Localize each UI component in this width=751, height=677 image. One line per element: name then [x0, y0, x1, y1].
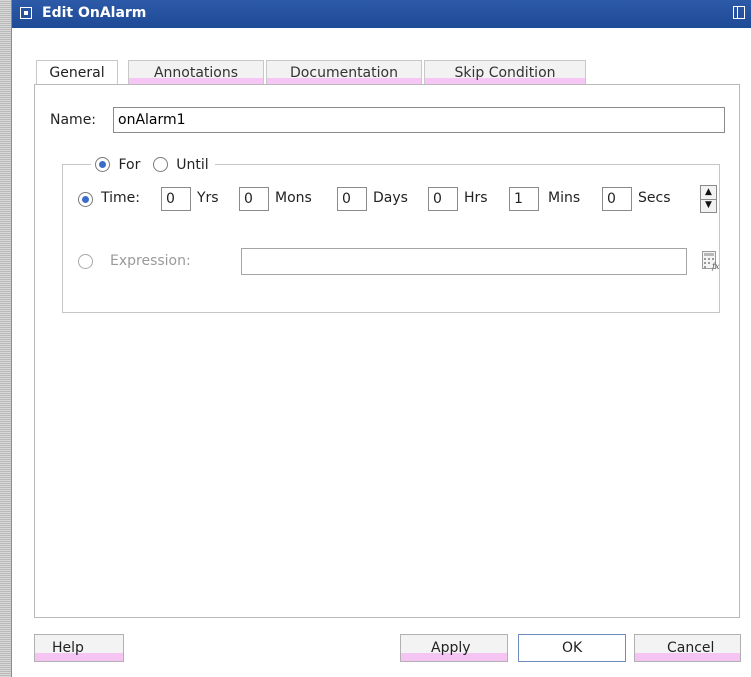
tab-documentation-label: Documentation — [290, 65, 398, 81]
svg-text:fx: fx — [711, 262, 720, 271]
months-field[interactable]: 0 — [239, 187, 269, 211]
time-spinner: ▲ ▼ — [700, 185, 717, 213]
general-panel: Name: For Until Time: 0 Yrs 0 Mons 0 Day… — [34, 84, 740, 618]
apply-button-label: Apply — [431, 640, 471, 656]
days-unit: Days — [373, 190, 408, 206]
expression-builder-icon[interactable]: fx — [702, 251, 720, 271]
expression-label: Expression: — [110, 253, 191, 269]
mode-group-legend: For Until — [91, 155, 215, 175]
help-button[interactable]: Help — [34, 634, 124, 662]
minutes-field[interactable]: 1 — [509, 187, 539, 211]
help-button-label: Help — [52, 640, 84, 656]
until-label: Until — [176, 157, 209, 173]
for-label: For — [118, 157, 141, 173]
time-radio[interactable] — [78, 192, 93, 207]
window-title: Edit OnAlarm — [42, 5, 147, 21]
hours-unit: Hrs — [464, 190, 488, 206]
background-window-strip — [0, 0, 12, 677]
until-radio[interactable] — [152, 156, 168, 172]
name-label: Name: — [50, 112, 97, 128]
minutes-unit: Mins — [548, 190, 581, 206]
name-input[interactable] — [113, 107, 725, 133]
ok-button-label: OK — [562, 640, 583, 656]
window-menu-icon[interactable] — [20, 7, 32, 19]
years-field[interactable]: 0 — [161, 187, 191, 211]
tab-annotations[interactable]: Annotations — [128, 60, 264, 85]
tab-skip-condition[interactable]: Skip Condition — [424, 60, 586, 85]
seconds-field[interactable]: 0 — [602, 187, 632, 211]
title-bar[interactable]: Edit OnAlarm — [12, 0, 751, 28]
tab-documentation[interactable]: Documentation — [266, 60, 422, 85]
expression-radio[interactable] — [78, 254, 93, 269]
apply-button[interactable]: Apply — [400, 634, 508, 662]
years-unit: Yrs — [197, 190, 219, 206]
days-field[interactable]: 0 — [337, 187, 367, 211]
time-label: Time: — [101, 190, 140, 206]
cancel-button[interactable]: Cancel — [634, 634, 741, 662]
expression-input[interactable] — [241, 248, 687, 275]
ok-button[interactable]: OK — [518, 634, 626, 662]
spinner-up-icon[interactable]: ▲ — [701, 186, 716, 200]
tab-general-label: General — [49, 65, 105, 81]
cancel-button-label: Cancel — [667, 640, 715, 656]
tab-skip-condition-label: Skip Condition — [454, 65, 556, 81]
hours-field[interactable]: 0 — [428, 187, 458, 211]
edit-onalarm-dialog: Edit OnAlarm General Annotations Documen… — [12, 0, 751, 677]
spinner-down-icon[interactable]: ▼ — [701, 199, 716, 212]
seconds-unit: Secs — [638, 190, 671, 206]
for-radio[interactable] — [95, 156, 110, 172]
tab-annotations-label: Annotations — [153, 65, 239, 81]
tab-general[interactable]: General — [36, 60, 118, 86]
maximize-icon[interactable] — [733, 6, 745, 19]
months-unit: Mons — [275, 190, 312, 206]
